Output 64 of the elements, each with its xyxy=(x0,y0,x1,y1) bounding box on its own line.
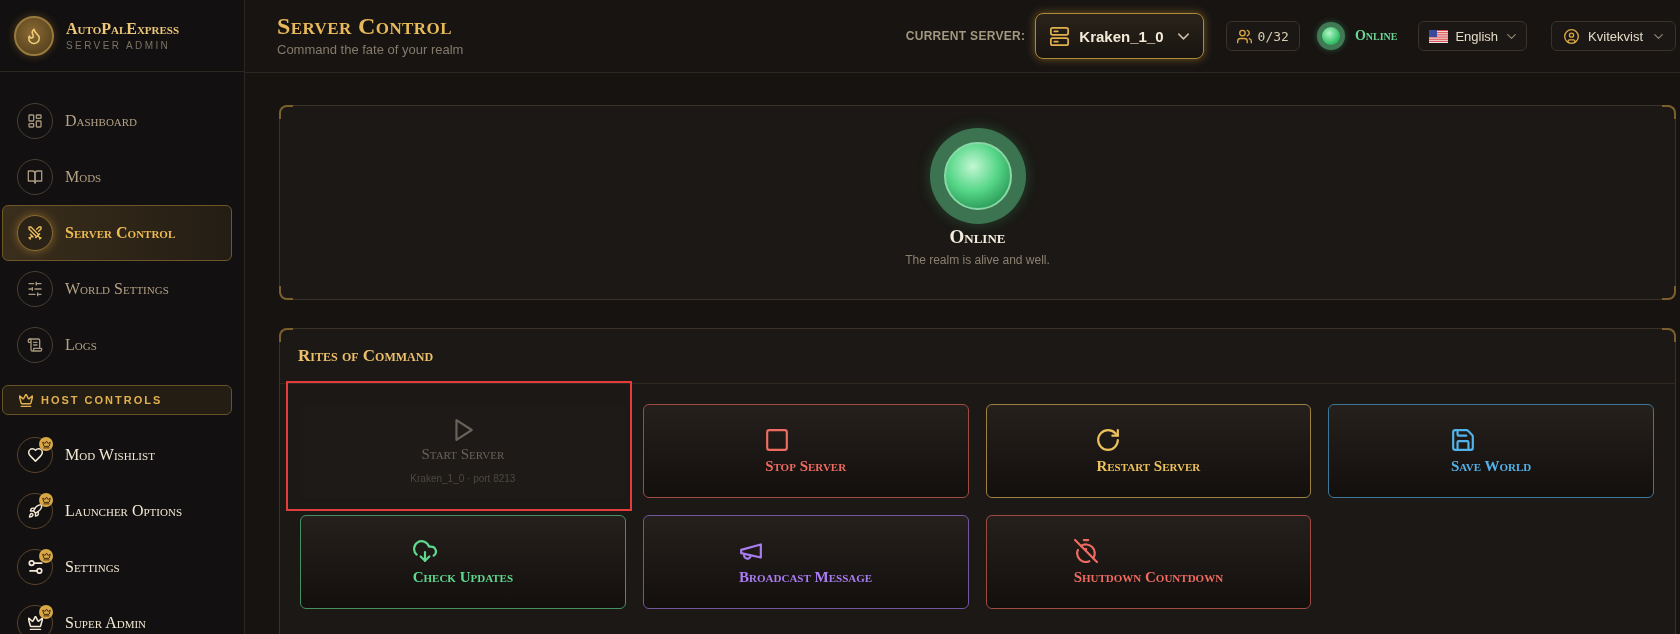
nav-item[interactable]: Launcher Options xyxy=(2,483,232,539)
language-select[interactable]: English xyxy=(1418,21,1528,51)
nav-item[interactable]: Server Control xyxy=(2,205,232,261)
corner-ornament xyxy=(279,328,293,342)
crown-badge-icon xyxy=(39,493,53,507)
action-button[interactable]: Save World xyxy=(1328,404,1654,498)
card-title: Rites of Command xyxy=(298,346,434,366)
user-icon xyxy=(1564,28,1580,44)
flame-logo-icon xyxy=(14,15,54,56)
cloud-download-icon xyxy=(412,538,437,563)
chevron-down-icon xyxy=(1507,33,1517,39)
action-label: Broadcast Message xyxy=(739,568,873,586)
refresh-icon xyxy=(1096,427,1121,452)
server-icon xyxy=(1050,26,1070,46)
status-message: The realm is alive and well. xyxy=(905,252,1050,267)
crossed-swords-icon xyxy=(17,215,53,251)
chevron-down-icon xyxy=(1654,33,1663,39)
nav-item[interactable]: Super Admin xyxy=(2,595,232,634)
action-label: Restart Server xyxy=(1096,457,1201,475)
rocket-icon xyxy=(27,504,43,518)
nav-item[interactable]: World Settings xyxy=(2,261,232,317)
page-subtitle: Command the fate of your realm xyxy=(277,43,464,56)
crown-icon xyxy=(27,616,43,630)
stopwatch-off-icon xyxy=(1073,538,1098,563)
stop-icon xyxy=(765,427,790,452)
crown-badge-icon xyxy=(39,437,53,451)
action-label: Start Server xyxy=(421,446,505,463)
nav-item[interactable]: Settings xyxy=(2,539,232,595)
status-title: Online xyxy=(949,227,1006,248)
app-name: AutoPalExpress xyxy=(66,20,180,37)
player-count-text: 0/32 xyxy=(1257,28,1289,44)
action-label: Shutdown Countdown xyxy=(1073,568,1224,586)
server-select[interactable]: Kraken_1_0 xyxy=(1035,13,1204,59)
action-button[interactable]: Restart Server xyxy=(985,404,1312,498)
app-subtitle: SERVER ADMIN xyxy=(66,40,172,51)
corner-ornament xyxy=(1662,286,1676,300)
corner-ornament xyxy=(279,105,293,119)
action-label: Check Updates xyxy=(412,568,514,586)
action-button[interactable]: Check Updates xyxy=(300,515,626,609)
nav-item[interactable]: Logs xyxy=(2,317,232,373)
users-icon xyxy=(1236,28,1252,44)
nav-item[interactable]: Dashboard xyxy=(2,93,232,149)
page-title: Server Control xyxy=(277,14,453,38)
action-button[interactable]: Stop Server xyxy=(642,404,969,498)
toggles-icon xyxy=(27,560,43,574)
chevron-down-icon xyxy=(1177,32,1189,40)
action-label: Save World xyxy=(1450,457,1532,475)
corner-ornament xyxy=(279,286,293,300)
section-label: HOST CONTROLS xyxy=(41,394,163,406)
flag-icon xyxy=(1429,29,1449,43)
server-label: CURRENT SERVER: xyxy=(905,29,1026,43)
status-label: Online xyxy=(1354,28,1398,44)
crown-icon xyxy=(19,393,33,407)
user-menu[interactable]: Kvitekvist xyxy=(1551,21,1676,51)
nav-item[interactable]: Mod Wishlist xyxy=(2,427,232,483)
crown-badge-icon xyxy=(39,605,53,619)
corner-ornament xyxy=(1662,328,1676,342)
action-label: Stop Server xyxy=(765,457,847,475)
heart-icon xyxy=(27,448,43,462)
crown-badge-icon xyxy=(39,549,53,563)
nav-item[interactable]: Mods xyxy=(2,149,232,205)
action-button[interactable]: Broadcast Message xyxy=(642,515,969,609)
action-button[interactable]: Shutdown Countdown xyxy=(985,515,1312,609)
corner-ornament xyxy=(1662,105,1676,119)
